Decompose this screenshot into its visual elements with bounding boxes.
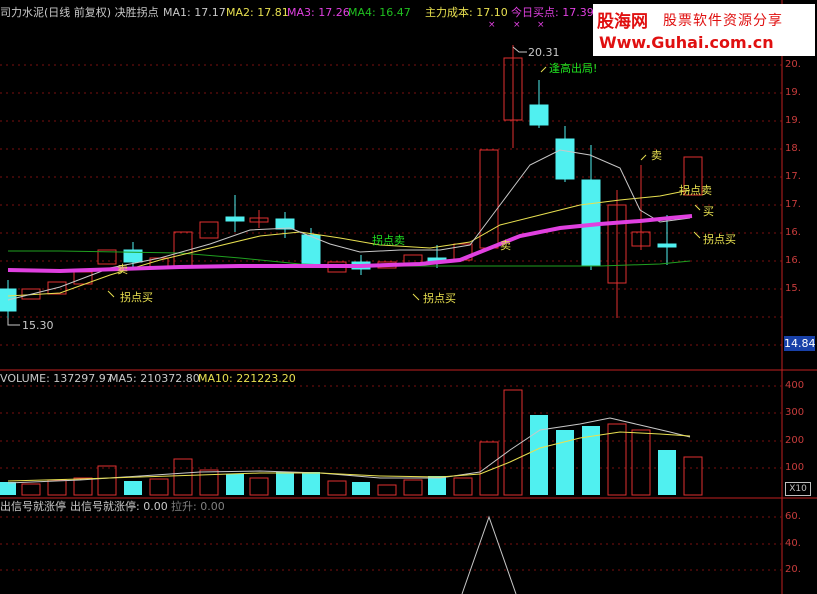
watermark-brand: 股海网 [597,12,648,32]
indicator-axis-label: 20. [785,564,801,575]
sell-label: 卖 [117,263,128,276]
price-axis-label: 16. [785,227,801,238]
turn-buy-label: 拐点买 [703,233,736,246]
indicator-value: 出信号就涨停: 0.00 [70,500,168,513]
price-axis-label: 18. [785,143,801,154]
price-axis-label: 20. [785,59,801,70]
volume-unit-badge[interactable]: X10 [785,482,811,496]
candle [479,149,499,249]
current-price-badge: 14.84 [784,336,816,351]
svg-text:×: × [537,20,545,30]
indicator-axis-label: 60. [785,511,801,522]
turn-buy-label: 拐点买 [120,291,153,304]
header-markers: × × × × [488,20,609,30]
volume-ma10-label: MA10: 221223.20 [198,372,296,385]
volume-axis-label: 100 [785,462,805,473]
candle [173,231,193,267]
high-price-label: 20.31 [528,46,560,59]
guhai-watermark: 股海网 股票软件资源分享 Www.Guhai.com.cn [593,4,815,56]
stock-title: 司力水泥(日线 前复权) 决胜拐点 [0,6,159,19]
watermark-slogan: 股票软件资源分享 [663,13,783,29]
indicator-axis-label: 40. [785,538,801,549]
buy-today-label: 今日买点: 17.39 [511,6,594,19]
break-high-label: 逢高出局! [549,62,598,75]
ma2-label: MA2: 17.81 [226,6,289,19]
price-axis-label: 16. [785,255,801,266]
price-axis-label: 15. [785,283,801,294]
turn-sell-label: 拐点卖 [372,234,405,247]
svg-text:×: × [488,20,496,30]
buy-label: 买 [703,205,714,218]
ma3-label: MA3: 17.26 [287,6,350,19]
volume-label: VOLUME: 137297.97 [0,372,113,385]
main-cost-label: 主力成本: 17.10 [425,6,508,19]
volume-axis-label: 200 [785,435,805,446]
price-axis-label: 19. [785,87,801,98]
low-price-label: 15.30 [22,319,54,332]
candle [199,221,219,239]
volume-ma5-label: MA5: 210372.80 [109,372,200,385]
price-grid [0,64,782,346]
volume-bars [0,389,703,496]
watermark-url: Www.Guhai.com.cn [599,33,774,52]
price-axis-label: 17. [785,199,801,210]
volume-axis-label: 300 [785,407,805,418]
price-axis-label: 19. [785,115,801,126]
volume-axis-label: 400 [785,380,805,391]
turn-sell-label: 拐点卖 [679,184,712,197]
turn-buy-label: 拐点买 [423,292,456,305]
ma1-label: MA1: 17.17 [163,6,226,19]
indicator-rise: 拉升: 0.00 [171,500,225,513]
candlesticks [0,45,703,320]
indicator-grid [0,516,782,571]
price-axis-label: 17. [785,171,801,182]
ma4-label: MA4: 16.47 [348,6,411,19]
indicator-signal-line [461,515,517,594]
sell-label: 卖 [651,149,662,162]
indicator-name: 出信号就涨停 [0,500,66,513]
sell-label: 卖 [500,239,511,252]
svg-text:×: × [513,20,521,30]
